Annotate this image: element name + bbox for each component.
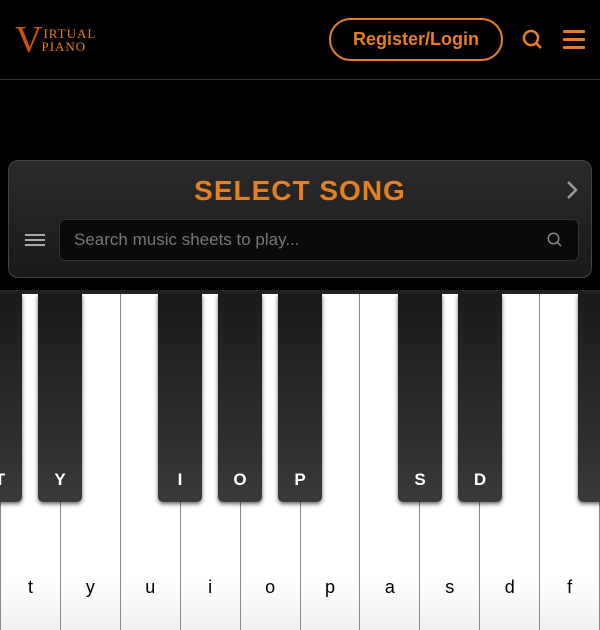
white-key-label: i bbox=[208, 577, 212, 598]
white-key-label: u bbox=[145, 577, 155, 598]
search-input[interactable] bbox=[74, 230, 546, 250]
white-key-label: f bbox=[567, 577, 572, 598]
song-panel: SELECT SONG bbox=[8, 160, 592, 278]
black-key-T[interactable]: T bbox=[0, 294, 22, 502]
black-key-label: S bbox=[414, 470, 425, 490]
black-key-S[interactable]: S bbox=[398, 294, 442, 502]
black-key-label: P bbox=[294, 470, 305, 490]
piano-keyboard: t y u i o p a s d f T Y I O P S D bbox=[0, 290, 600, 630]
logo[interactable]: VIRTUALPIANO bbox=[15, 21, 96, 59]
search-icon[interactable] bbox=[546, 231, 564, 249]
black-key-label: O bbox=[233, 470, 246, 490]
list-icon[interactable] bbox=[21, 234, 49, 246]
black-key-label: D bbox=[474, 470, 486, 490]
black-key-D[interactable]: D bbox=[458, 294, 502, 502]
white-key-label: p bbox=[325, 577, 335, 598]
black-key-label: I bbox=[178, 470, 183, 490]
black-key-label: Y bbox=[54, 470, 65, 490]
white-key-label: s bbox=[445, 577, 454, 598]
black-key-O[interactable]: O bbox=[218, 294, 262, 502]
chevron-right-icon[interactable] bbox=[565, 179, 579, 201]
black-key-label: T bbox=[0, 470, 5, 490]
register-login-button[interactable]: Register/Login bbox=[329, 18, 503, 61]
header: VIRTUALPIANO Register/Login bbox=[0, 0, 600, 80]
black-key-P[interactable]: P bbox=[278, 294, 322, 502]
white-key-label: t bbox=[28, 577, 33, 598]
search-icon[interactable] bbox=[521, 28, 545, 52]
search-box bbox=[59, 219, 579, 261]
select-song-title: SELECT SONG bbox=[21, 175, 579, 207]
white-key-label: y bbox=[86, 577, 95, 598]
white-key-label: a bbox=[385, 577, 395, 598]
white-key-label: d bbox=[505, 577, 515, 598]
black-key-blank[interactable] bbox=[578, 294, 600, 502]
black-key-I[interactable]: I bbox=[158, 294, 202, 502]
spacer bbox=[0, 80, 600, 160]
black-key-Y[interactable]: Y bbox=[38, 294, 82, 502]
menu-icon[interactable] bbox=[563, 30, 585, 49]
white-key-label: o bbox=[265, 577, 275, 598]
